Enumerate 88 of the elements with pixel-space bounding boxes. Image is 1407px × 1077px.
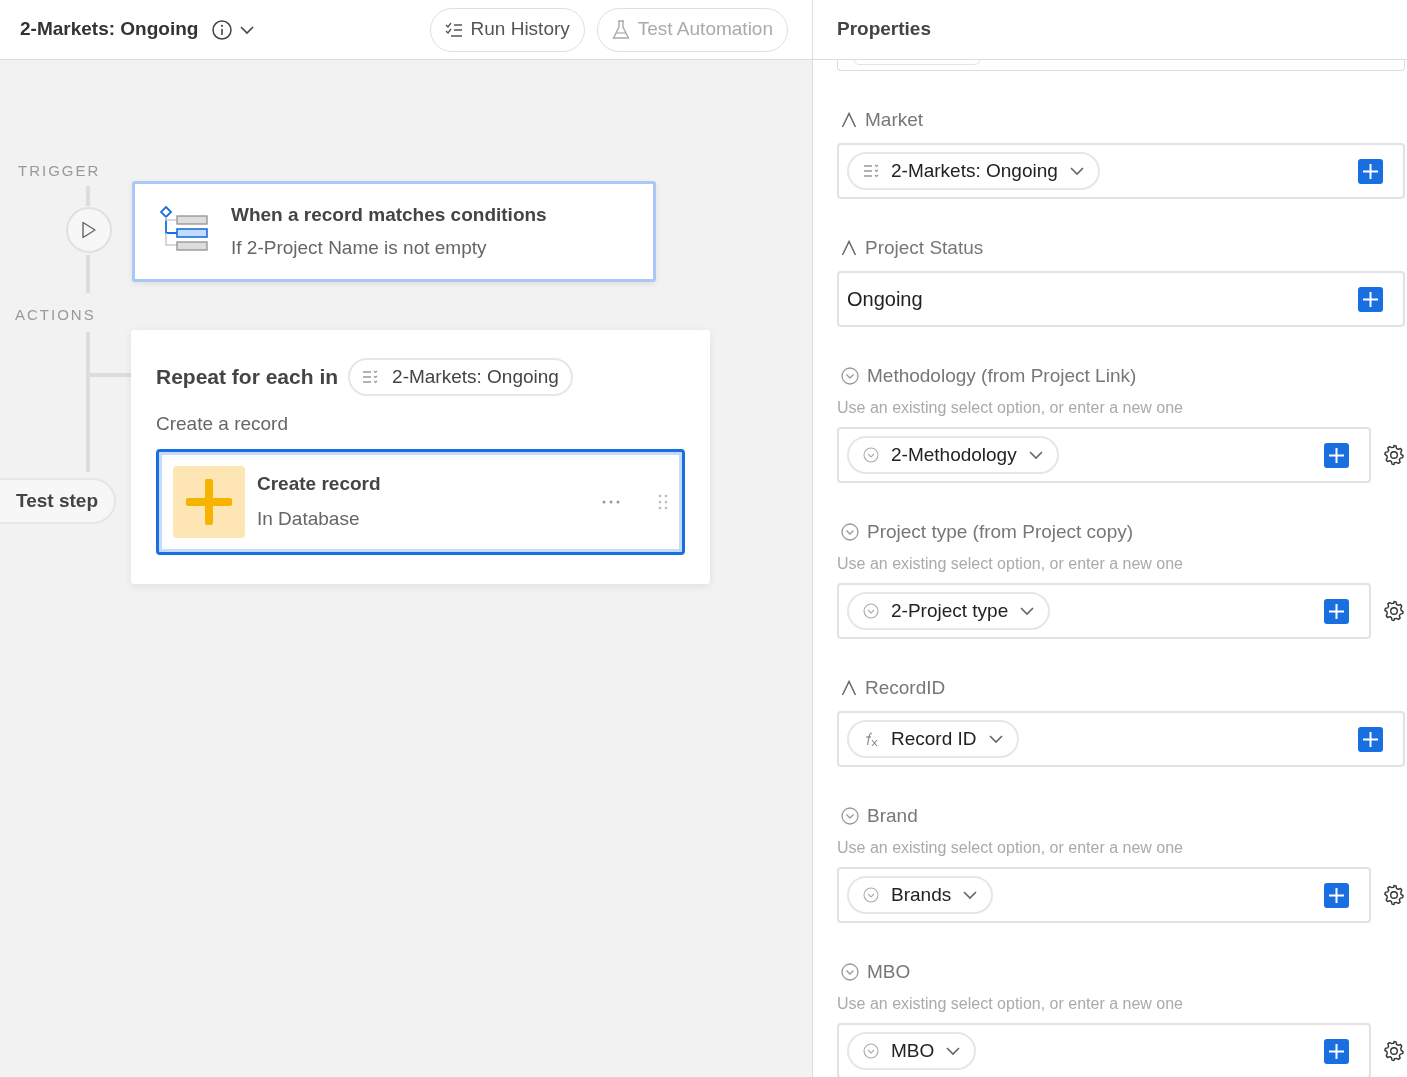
- field-hint: Use an existing select option, or enter a new one: [837, 838, 1184, 858]
- input-field[interactable]: 2-Project type: [837, 583, 1371, 639]
- plus-icon: [1362, 730, 1379, 748]
- input-field[interactable]: 2-Markets: Ongoing: [837, 143, 1405, 199]
- field-label: Project type (from Project copy): [867, 519, 1134, 544]
- function-icon: [863, 731, 879, 747]
- info-icon[interactable]: [212, 19, 233, 40]
- add-button[interactable]: [1324, 1038, 1349, 1064]
- chevron-down-icon: [946, 1046, 961, 1056]
- field-label: RecordID: [865, 675, 946, 700]
- chevron-down-icon: [1020, 606, 1035, 616]
- value-chip[interactable]: Record ID: [847, 720, 1019, 758]
- trigger-condition: If 2-Project Name is not empty: [231, 235, 488, 260]
- action-step-card[interactable]: Create record In Database: [156, 448, 685, 555]
- input-field[interactable]: Brands: [837, 867, 1371, 923]
- automation-title: 2-Markets: Ongoing: [20, 17, 199, 42]
- step-title: Create record: [257, 472, 381, 496]
- plus-icon: [1362, 162, 1379, 180]
- step-subtitle: In Database: [257, 506, 361, 531]
- text-field-icon: [841, 240, 857, 256]
- add-button[interactable]: [1358, 726, 1383, 752]
- chevron-down-icon: [963, 890, 978, 900]
- trigger-title: When a record matches conditions: [231, 203, 547, 227]
- settings-icon[interactable]: [1383, 884, 1405, 906]
- text-field-icon: [841, 680, 857, 696]
- source-chip[interactable]: 2-Markets: Ongoing: [348, 358, 573, 396]
- chevron-down-icon: [988, 734, 1003, 744]
- plus-icon: [1328, 886, 1345, 904]
- value-chip[interactable]: Brands: [847, 876, 994, 914]
- add-button[interactable]: [1358, 286, 1383, 312]
- chevron-down-icon: [1069, 166, 1084, 176]
- input-field[interactable]: Ongoing: [837, 271, 1405, 327]
- circle-chevron-icon: [863, 447, 879, 463]
- repeat-title: Repeat for each in: [156, 364, 339, 391]
- input-field[interactable]: 2-Methodology: [837, 427, 1371, 483]
- list-icon: [362, 370, 379, 384]
- input-field[interactable]: [837, 60, 1405, 71]
- settings-icon[interactable]: [1383, 600, 1405, 622]
- field-hint: Use an existing select option, or enter a new one: [837, 554, 1184, 574]
- list-icon: [863, 164, 879, 178]
- circle-chevron-icon: [863, 603, 879, 619]
- section-label: TRIGGER: [18, 161, 101, 181]
- step-caption: Create a record: [156, 412, 289, 436]
- plus-icon: [1328, 602, 1345, 620]
- plus-icon: [1328, 446, 1345, 464]
- field-label: Market: [865, 107, 924, 132]
- field-value: Ongoing: [847, 287, 923, 312]
- input-field[interactable]: Record ID: [837, 711, 1405, 767]
- chevron-down-icon: [1028, 450, 1043, 460]
- field-hint: Use an existing select option, or enter a new one: [837, 398, 1184, 418]
- circle-chevron-icon: [841, 523, 859, 541]
- field-label: Methodology (from Project Link): [867, 363, 1137, 388]
- play-icon: [81, 221, 97, 239]
- settings-icon[interactable]: [1383, 444, 1405, 466]
- add-button[interactable]: [1358, 158, 1383, 184]
- circle-chevron-icon: [841, 807, 859, 825]
- add-button[interactable]: [1324, 442, 1349, 468]
- value-chip[interactable]: 2-Markets: Ongoing: [847, 152, 1100, 190]
- value-chip[interactable]: 2-Project type: [847, 592, 1051, 630]
- section-label: ACTIONS: [15, 305, 96, 325]
- drag-handle-icon[interactable]: [658, 493, 668, 510]
- field-label: Project Status: [865, 235, 984, 260]
- field-label: MBO: [867, 959, 911, 984]
- value-chip[interactable]: 2-Methodology: [847, 436, 1059, 474]
- plus-icon: [186, 478, 232, 525]
- chevron-down-icon: [240, 24, 255, 35]
- play-button[interactable]: [66, 207, 112, 253]
- circle-chevron-icon: [863, 1043, 879, 1059]
- flask-icon: [611, 19, 630, 40]
- plus-icon: [1362, 290, 1379, 308]
- checklist-icon: [444, 21, 463, 38]
- run-history-button[interactable]: Run History: [429, 7, 585, 52]
- plus-icon: [1328, 1042, 1345, 1060]
- field-hint: Use an existing select option, or enter a new one: [837, 994, 1184, 1014]
- value-chip[interactable]: MBO: [847, 1032, 977, 1070]
- trigger-card[interactable]: When a record matches conditions If 2-Project Name is not empty: [132, 181, 656, 282]
- add-button[interactable]: [1324, 882, 1349, 908]
- panel-title: Properties: [813, 0, 1407, 60]
- more-icon[interactable]: [602, 499, 620, 504]
- circle-chevron-icon: [841, 367, 859, 385]
- circle-chevron-icon: [863, 887, 879, 903]
- input-field[interactable]: MBO: [837, 1023, 1371, 1077]
- circle-chevron-icon: [841, 963, 859, 981]
- text-field-icon: [841, 112, 857, 128]
- test-step-button[interactable]: Test step: [0, 478, 116, 524]
- field-label: Brand: [867, 803, 918, 828]
- settings-icon[interactable]: [1383, 1040, 1405, 1062]
- add-button[interactable]: [1324, 598, 1349, 624]
